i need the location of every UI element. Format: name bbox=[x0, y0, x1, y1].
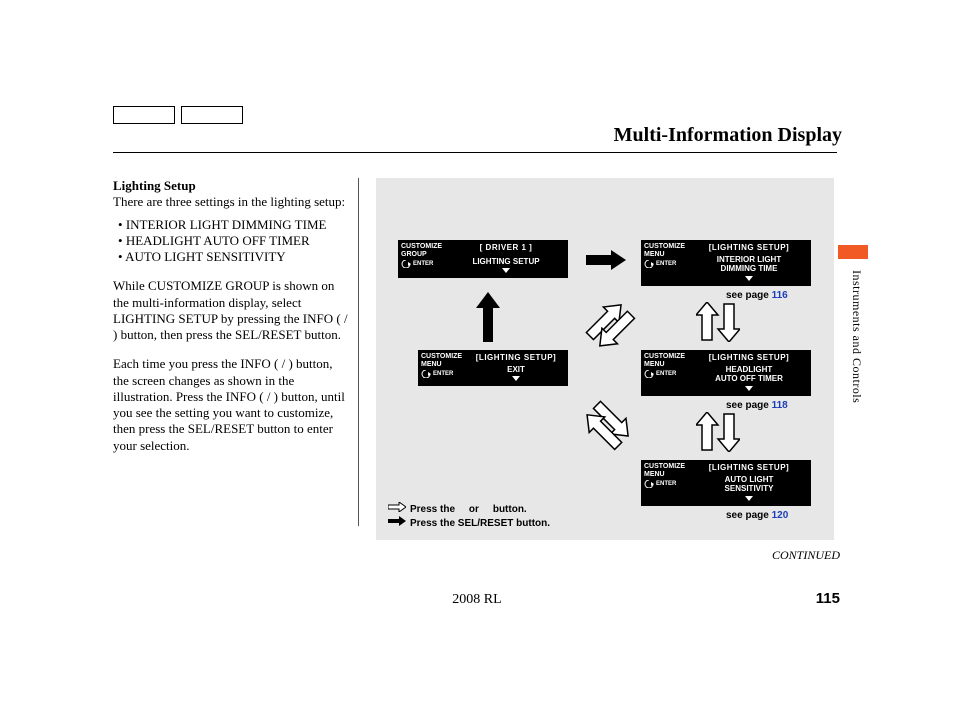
continued-label: CONTINUED bbox=[772, 548, 840, 563]
screen-left-label: MENU bbox=[421, 361, 461, 369]
diagram-legend: Press the or button. Press the SEL/RESET… bbox=[388, 502, 550, 530]
arrow-updown-pair-icon bbox=[696, 412, 740, 457]
footer-model: 2008 RL bbox=[0, 592, 954, 608]
paragraph: While CUSTOMIZE GROUP is shown on the mu… bbox=[113, 278, 348, 343]
header-placeholder-boxes bbox=[113, 106, 243, 124]
page-ref-link[interactable]: 118 bbox=[772, 400, 788, 411]
screen-title: [LIGHTING SETUP] bbox=[691, 463, 807, 473]
intro-text: There are three settings in the lighting… bbox=[113, 194, 345, 209]
triangle-down-icon bbox=[691, 386, 807, 391]
arrow-right-outline-icon bbox=[388, 502, 406, 516]
screen-title: [LIGHTING SETUP] bbox=[691, 243, 807, 253]
screen-interior-light: CUSTOMIZE MENU ENTER [LIGHTING SETUP] IN… bbox=[641, 240, 811, 286]
screen-title: [LIGHTING SETUP] bbox=[691, 353, 807, 363]
screen-left-label: MENU bbox=[644, 361, 684, 369]
placeholder-box bbox=[113, 106, 175, 124]
screen-value: EXIT bbox=[468, 365, 564, 375]
screen-value: INTERIOR LIGHT bbox=[691, 255, 807, 265]
list-item: INTERIOR LIGHT DIMMING TIME bbox=[127, 217, 348, 233]
screen-left-label: CUSTOMIZE bbox=[644, 243, 684, 251]
enter-icon: ENTER bbox=[644, 480, 684, 488]
screen-value: DIMMING TIME bbox=[691, 264, 807, 274]
section-heading: Lighting Setup bbox=[113, 178, 196, 193]
screen-left-label: CUSTOMIZE bbox=[644, 463, 684, 471]
screen-value: AUTO OFF TIMER bbox=[691, 374, 807, 384]
screen-left-label: CUSTOMIZE bbox=[401, 243, 441, 251]
arrow-right-solid-icon bbox=[586, 250, 626, 275]
screen-customize-group: CUSTOMIZE GROUP ENTER [ DRIVER 1 ] LIGHT… bbox=[398, 240, 568, 278]
enter-icon: ENTER bbox=[644, 260, 684, 268]
flow-diagram: CUSTOMIZE GROUP ENTER [ DRIVER 1 ] LIGHT… bbox=[376, 178, 834, 540]
screen-value: SENSITIVITY bbox=[691, 484, 807, 494]
arrow-right-solid-icon bbox=[388, 516, 406, 530]
triangle-down-icon bbox=[468, 376, 564, 381]
footer-page-number: 115 bbox=[816, 590, 840, 607]
enter-icon: ENTER bbox=[644, 370, 684, 378]
arrow-diagonal-pair-icon bbox=[581, 396, 637, 457]
triangle-down-icon bbox=[691, 496, 807, 501]
section-tab bbox=[838, 245, 868, 259]
arrow-updown-pair-icon bbox=[696, 302, 740, 347]
page-title: Multi-Information Display bbox=[614, 124, 842, 147]
screen-autolight: CUSTOMIZE MENU ENTER [LIGHTING SETUP] AU… bbox=[641, 460, 811, 506]
arrow-diagonal-pair-icon bbox=[581, 296, 637, 357]
horizontal-rule bbox=[113, 152, 837, 153]
screen-value: LIGHTING SETUP bbox=[448, 257, 564, 267]
body-column: Lighting Setup There are three settings … bbox=[113, 178, 348, 467]
screen-left-label: CUSTOMIZE bbox=[421, 353, 461, 361]
bullet-list: INTERIOR LIGHT DIMMING TIME HEADLIGHT AU… bbox=[113, 217, 348, 266]
enter-icon: ENTER bbox=[401, 260, 441, 268]
caption-see-page: see page 118 bbox=[726, 400, 788, 411]
column-divider bbox=[358, 178, 359, 526]
screen-exit: CUSTOMIZE MENU ENTER [LIGHTING SETUP] EX… bbox=[418, 350, 568, 386]
page: Multi-Information Display Lighting Setup… bbox=[0, 0, 954, 710]
paragraph: Each time you press the INFO ( / ) butto… bbox=[113, 356, 348, 454]
screen-value: HEADLIGHT bbox=[691, 365, 807, 375]
caption-see-page: see page 120 bbox=[726, 510, 788, 521]
arrow-up-solid-icon bbox=[476, 292, 500, 347]
caption-see-page: see page 116 bbox=[726, 290, 788, 301]
screen-left-label: CUSTOMIZE bbox=[644, 353, 684, 361]
screen-left-label: GROUP bbox=[401, 251, 441, 259]
section-side-label: Instruments and Controls bbox=[849, 270, 864, 403]
enter-icon: ENTER bbox=[421, 370, 461, 378]
screen-headlight: CUSTOMIZE MENU ENTER [LIGHTING SETUP] HE… bbox=[641, 350, 811, 396]
triangle-down-icon bbox=[691, 276, 807, 281]
screen-value: AUTO LIGHT bbox=[691, 475, 807, 485]
screen-title: [LIGHTING SETUP] bbox=[468, 353, 564, 363]
page-ref-link[interactable]: 120 bbox=[772, 510, 789, 521]
list-item: AUTO LIGHT SENSITIVITY bbox=[127, 249, 348, 265]
screen-title: [ DRIVER 1 ] bbox=[448, 243, 564, 253]
triangle-down-icon bbox=[448, 268, 564, 273]
screen-left-label: MENU bbox=[644, 471, 684, 479]
list-item: HEADLIGHT AUTO OFF TIMER bbox=[127, 233, 348, 249]
placeholder-box bbox=[181, 106, 243, 124]
page-ref-link[interactable]: 116 bbox=[772, 290, 788, 301]
screen-left-label: MENU bbox=[644, 251, 684, 259]
